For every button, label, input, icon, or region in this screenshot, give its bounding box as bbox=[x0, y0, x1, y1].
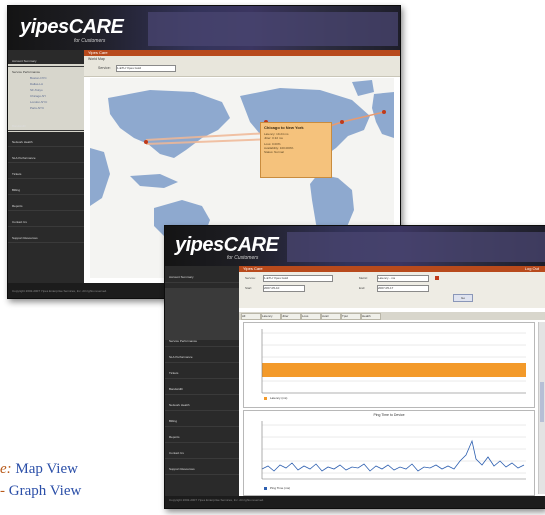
sidebar-subitem[interactable]: Paris-NYC bbox=[30, 106, 44, 110]
chart-gridlines bbox=[262, 424, 526, 474]
tab-loss[interactable]: Loss bbox=[301, 313, 321, 320]
ping-chart-svg bbox=[261, 421, 526, 490]
legend-swatch bbox=[264, 397, 267, 400]
sidebar-subitem[interactable]: Dallas-LA bbox=[30, 82, 43, 86]
sidebar-item-billing[interactable]: Billing bbox=[165, 416, 239, 427]
sidebar-item-support[interactable]: Support Resources bbox=[165, 464, 239, 475]
graph-content: Service: 1-ETH Yipes Gold Start: 2007-05… bbox=[239, 272, 545, 496]
sidebar-item-reports[interactable]: Reports bbox=[8, 202, 84, 211]
caption-text: Map View bbox=[15, 461, 78, 477]
sidebar-subitem[interactable]: SF-Tokyo bbox=[30, 88, 43, 92]
logo-care-text: CARE bbox=[68, 16, 124, 38]
sidebar-item-tickets[interactable]: Tickets bbox=[165, 368, 239, 379]
latency-chart: Latency (ms) bbox=[243, 322, 535, 408]
tab-all[interactable]: All bbox=[241, 313, 261, 320]
logo-yipes-text: yipes bbox=[175, 234, 224, 256]
latency-chart-svg bbox=[261, 329, 526, 400]
caption-prefix: - bbox=[0, 483, 5, 499]
sidebar-item-sla-performance[interactable]: SLA Performance bbox=[165, 352, 239, 363]
popup-line: Status: Normal bbox=[264, 150, 284, 154]
start-date-field[interactable]: 2007-05-10 bbox=[263, 285, 305, 292]
site-marker[interactable] bbox=[340, 120, 344, 124]
sidebar-subitem[interactable]: London-NYC bbox=[30, 100, 47, 104]
sidebar-item-bandwidth[interactable]: Bandwidth bbox=[165, 384, 239, 395]
legend-label: Ping Time (ms) bbox=[270, 486, 291, 490]
filter-label: Service: bbox=[98, 66, 111, 70]
sidebar-item-network-health[interactable]: Network Health bbox=[165, 400, 239, 411]
map-sidebar bbox=[8, 50, 84, 283]
tab-tput[interactable]: Tput bbox=[341, 313, 361, 320]
popup-title: Chicago to New York bbox=[264, 125, 304, 130]
graph-footer: Copyright 2002-2007 Yipes Enterprise Ser… bbox=[169, 498, 265, 502]
metric-select[interactable]: Latency - ms bbox=[377, 275, 429, 282]
legend-label: Latency (ms) bbox=[270, 396, 288, 400]
site-marker[interactable] bbox=[144, 140, 148, 144]
sidebar-item-sla-performance[interactable]: SLA Performance bbox=[8, 154, 84, 163]
link-info-popup[interactable]: Chicago to New York Latency: 19.24 ms Ji… bbox=[260, 122, 332, 178]
sidebar-item-network-health[interactable]: Network Health bbox=[8, 138, 84, 147]
sidebar-item-billing[interactable]: Billing bbox=[8, 186, 84, 195]
sidebar-item-reports[interactable]: Reports bbox=[165, 432, 239, 443]
end-date-field[interactable]: 2007-05-17 bbox=[377, 285, 429, 292]
sidebar-item-account-summary[interactable]: Account Summary bbox=[8, 56, 84, 67]
sidebar-item-service-performance[interactable]: Service Performance bbox=[165, 336, 239, 347]
tab-latency[interactable]: Latency bbox=[261, 313, 281, 320]
topbar-title: Yipes Care bbox=[88, 50, 108, 55]
caption-text: Graph View bbox=[8, 483, 82, 499]
caption-map-view: e: Map View bbox=[0, 461, 78, 478]
tab-strip: All Latency Jitter Loss Avail Tput Healt… bbox=[239, 312, 545, 320]
scrollbar-thumb[interactable] bbox=[540, 382, 544, 422]
sidebar-subitem[interactable]: Chicago-NY bbox=[30, 94, 46, 98]
sidebar-item-account-summary[interactable]: Account Summary bbox=[165, 272, 239, 283]
metric-label: Metric: bbox=[359, 276, 368, 280]
sidebar-item-tickets[interactable]: Tickets bbox=[8, 170, 84, 179]
banner-photo-strip bbox=[287, 232, 545, 262]
panel-title: World Map bbox=[88, 57, 105, 61]
sidebar-item-contact[interactable]: Contact Us bbox=[8, 218, 84, 227]
topbar-title: Yipes Care bbox=[243, 266, 263, 271]
start-label: Start: bbox=[245, 286, 253, 290]
caption-graph-view: - Graph View bbox=[0, 483, 81, 500]
sidebar-item-contact[interactable]: Contact Us bbox=[165, 448, 239, 459]
sidebar-item-support[interactable]: Support Resources bbox=[8, 234, 84, 243]
site-marker[interactable] bbox=[382, 110, 386, 114]
sidebar-item-service-performance[interactable]: Service Performance bbox=[8, 68, 84, 76]
sidebar-item-bandwidth[interactable]: Bandwidth bbox=[8, 122, 84, 131]
map-banner: yipesCARE for Customers bbox=[8, 6, 400, 50]
tab-avail[interactable]: Avail bbox=[321, 313, 341, 320]
logout-link[interactable]: Log Out bbox=[525, 266, 539, 271]
ping-time-chart: Ping Time to Device Ping Time (ms) bbox=[243, 410, 535, 496]
sidebar-subitem[interactable]: Boston-NYC bbox=[30, 76, 47, 80]
yipes-logo: yipesCARE bbox=[175, 234, 279, 257]
graph-sidebar bbox=[165, 266, 239, 496]
graph-banner: yipesCARE for Customers bbox=[165, 226, 545, 266]
latency-area bbox=[262, 363, 526, 377]
service-select[interactable]: 1-ETH Yipes Gold bbox=[116, 65, 176, 72]
yipes-logo: yipesCARE bbox=[20, 16, 124, 39]
submit-button[interactable]: Go bbox=[453, 294, 473, 302]
alert-marker-icon bbox=[435, 276, 439, 280]
logo-care-text: CARE bbox=[223, 234, 279, 256]
legend-swatch bbox=[264, 487, 267, 490]
caption-prefix: e: bbox=[0, 461, 12, 477]
logo-tagline: for Customers bbox=[227, 255, 259, 261]
end-label: End: bbox=[359, 286, 366, 290]
banner-photo-strip bbox=[148, 12, 398, 46]
ping-series-line bbox=[261, 439, 525, 472]
logo-tagline: for Customers bbox=[74, 38, 106, 44]
graph-view-window: yipesCARE for Customers Account Summary … bbox=[164, 225, 545, 509]
sidebar-active-section bbox=[165, 288, 239, 340]
service-select[interactable]: 1-ETH Yipes Gold bbox=[263, 275, 333, 282]
map-footer: Copyright 2002-2007 Yipes Enterprise Ser… bbox=[12, 289, 108, 293]
vertical-scrollbar[interactable] bbox=[538, 322, 545, 494]
tab-health[interactable]: Health bbox=[361, 313, 381, 320]
map-panel-header: World Map Service: 1-ETH Yipes Gold bbox=[84, 56, 400, 77]
filter-form: Service: 1-ETH Yipes Gold Start: 2007-05… bbox=[239, 272, 545, 308]
tab-jitter[interactable]: Jitter bbox=[281, 313, 301, 320]
logo-yipes-text: yipes bbox=[20, 16, 69, 38]
service-label: Service: bbox=[245, 276, 256, 280]
